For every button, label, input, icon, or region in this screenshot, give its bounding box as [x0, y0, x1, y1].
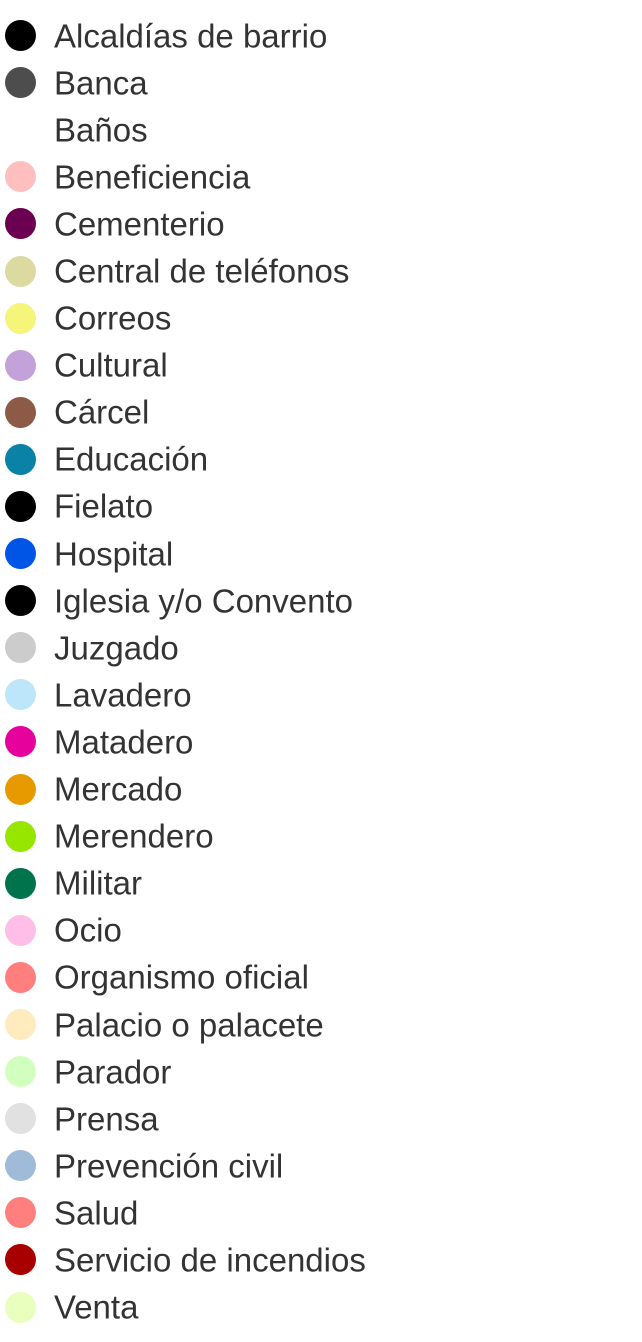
- legend-item: Baños: [0, 106, 642, 153]
- legend-item: Juzgado: [0, 624, 642, 671]
- legend-label: Correos: [54, 299, 172, 337]
- legend-swatch-icon: [5, 20, 36, 52]
- legend-item: Cárcel: [0, 389, 642, 436]
- legend-swatch-icon: [5, 726, 36, 758]
- legend-item: Correos: [0, 295, 642, 342]
- legend-item: Banca: [0, 59, 642, 106]
- legend-label: Merendero: [54, 817, 214, 855]
- legend-label: Palacio o palacete: [54, 1006, 324, 1044]
- legend-label: Baños: [54, 111, 148, 149]
- legend-item: Lavadero: [0, 671, 642, 718]
- legend-swatch-icon: [5, 255, 36, 287]
- legend-label: Salud: [54, 1194, 139, 1232]
- legend-swatch-icon: [5, 632, 36, 664]
- legend-swatch-icon: [5, 1150, 36, 1182]
- legend-label: Juzgado: [54, 629, 179, 667]
- legend-label: Cementerio: [54, 205, 225, 243]
- legend-swatch-icon: [5, 1103, 36, 1135]
- legend-swatch-icon: [5, 585, 36, 617]
- legend-label: Ocio: [54, 911, 122, 949]
- legend-item: Alcaldías de barrio: [0, 12, 642, 59]
- legend-label: Matadero: [54, 723, 194, 761]
- legend-label: Prensa: [54, 1100, 159, 1138]
- legend-swatch-icon: [5, 1009, 36, 1041]
- legend-item: Salud: [0, 1189, 642, 1236]
- legend-swatch-icon: [5, 161, 36, 193]
- legend-label: Hospital: [54, 535, 174, 573]
- map-legend: Alcaldías de barrio Banca Baños Beneficienc…: [0, 12, 642, 1331]
- legend-item: Prensa: [0, 1095, 642, 1142]
- legend-label: Educación: [54, 440, 209, 478]
- legend-item: Matadero: [0, 718, 642, 765]
- legend-label: Lavadero: [54, 676, 192, 714]
- legend-label: Servicio de incendios: [54, 1241, 366, 1279]
- legend-label: Venta: [54, 1288, 139, 1326]
- legend-label: Militar: [54, 864, 142, 902]
- legend-swatch-icon: [5, 773, 36, 805]
- legend-item: Palacio o palacete: [0, 1001, 642, 1048]
- legend-swatch-icon: [5, 820, 36, 852]
- legend-swatch-icon: [5, 302, 36, 334]
- legend-swatch-icon: [5, 114, 36, 146]
- legend-label: Banca: [54, 64, 148, 102]
- legend-swatch-icon: [5, 208, 36, 240]
- legend-swatch-icon: [5, 1244, 36, 1276]
- legend-item: Prevención civil: [0, 1142, 642, 1189]
- legend-swatch-icon: [5, 67, 36, 99]
- legend-label: Prevención civil: [54, 1147, 284, 1185]
- legend-swatch-icon: [5, 961, 36, 993]
- legend-item: Iglesia y/o Convento: [0, 577, 642, 624]
- legend-label: Mercado: [54, 770, 183, 808]
- legend-swatch-icon: [5, 1056, 36, 1088]
- legend-swatch-icon: [5, 679, 36, 711]
- legend-swatch-icon: [5, 443, 36, 475]
- legend-item: Cementerio: [0, 200, 642, 247]
- legend-item: Hospital: [0, 530, 642, 577]
- legend-item: Servicio de incendios: [0, 1236, 642, 1283]
- legend-label: Fielato: [54, 487, 154, 525]
- legend-label: Cultural: [54, 346, 168, 384]
- legend-label: Cárcel: [54, 393, 150, 431]
- legend-swatch-icon: [5, 349, 36, 381]
- legend-swatch-icon: [5, 396, 36, 428]
- legend-item: Educación: [0, 436, 642, 483]
- legend-swatch-icon: [5, 914, 36, 946]
- legend-swatch-icon: [5, 538, 36, 570]
- legend-item: Fielato: [0, 483, 642, 530]
- legend-item: Beneficiencia: [0, 153, 642, 200]
- legend-swatch-icon: [5, 867, 36, 899]
- legend-label: Alcaldías de barrio: [54, 17, 328, 55]
- legend-label: Central de teléfonos: [54, 252, 350, 290]
- legend-label: Parador: [54, 1053, 172, 1091]
- legend-label: Organismo oficial: [54, 958, 309, 996]
- legend-label: Iglesia y/o Convento: [54, 582, 354, 620]
- legend-item: Mercado: [0, 766, 642, 813]
- legend-swatch-icon: [5, 1197, 36, 1229]
- legend-item: Organismo oficial: [0, 954, 642, 1001]
- legend-item: Merendero: [0, 813, 642, 860]
- legend-item: Central de teléfonos: [0, 247, 642, 294]
- legend-item: Venta: [0, 1284, 642, 1331]
- legend-item: Ocio: [0, 907, 642, 954]
- legend-label: Beneficiencia: [54, 158, 251, 196]
- legend-item: Parador: [0, 1048, 642, 1095]
- legend-item: Cultural: [0, 342, 642, 389]
- legend-item: Militar: [0, 860, 642, 907]
- legend-swatch-icon: [5, 1291, 36, 1323]
- legend-swatch-icon: [5, 490, 36, 522]
